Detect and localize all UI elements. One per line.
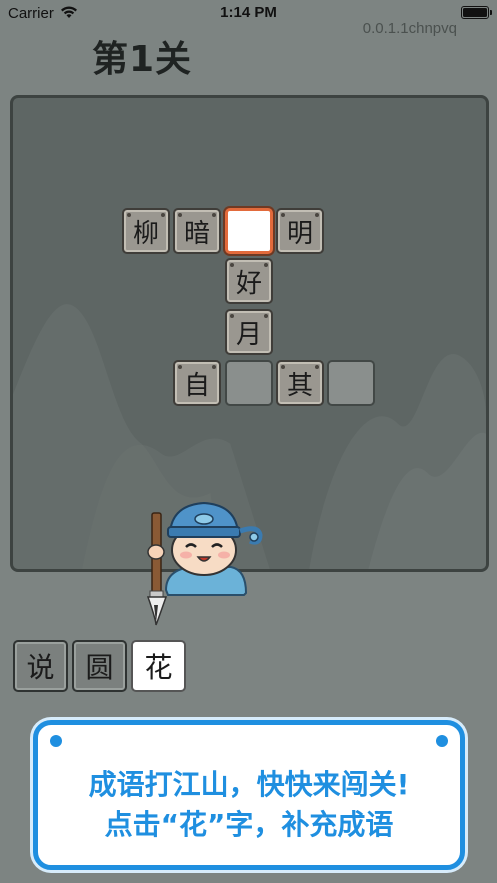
tip-line-2: 点击“花”字，补充成语 (104, 808, 394, 841)
board-tile: 好 (225, 258, 273, 304)
version-label: 0.0.1.1chnpvq (362, 20, 457, 37)
tip-dot-decoration (50, 735, 62, 747)
choice-tile-used[interactable]: 说 (13, 640, 68, 692)
board-tile: 柳 (122, 208, 170, 254)
choice-tile-used[interactable]: 圆 (72, 640, 127, 692)
clock: 1:14 PM (220, 4, 277, 21)
board-tile: 明 (276, 208, 324, 254)
choice-tile[interactable]: 花 (131, 640, 186, 692)
battery-icon (461, 6, 492, 19)
tip-dot-decoration (436, 735, 448, 747)
tip-card: 成语打江山，快快来闯关! 点击“花”字，补充成语 (33, 720, 465, 870)
tip-line-1: 成语打江山，快快来闯关! (88, 768, 410, 801)
board-tile-empty[interactable] (225, 360, 273, 406)
board-tile-selected[interactable] (225, 208, 273, 254)
board-tile-empty[interactable] (327, 360, 375, 406)
level-title: 第1关 (92, 39, 193, 80)
board-tile: 自 (173, 360, 221, 406)
scholar-character (146, 501, 263, 626)
board-tile: 暗 (173, 208, 221, 254)
board-tile: 月 (225, 309, 273, 355)
board-tile: 其 (276, 360, 324, 406)
